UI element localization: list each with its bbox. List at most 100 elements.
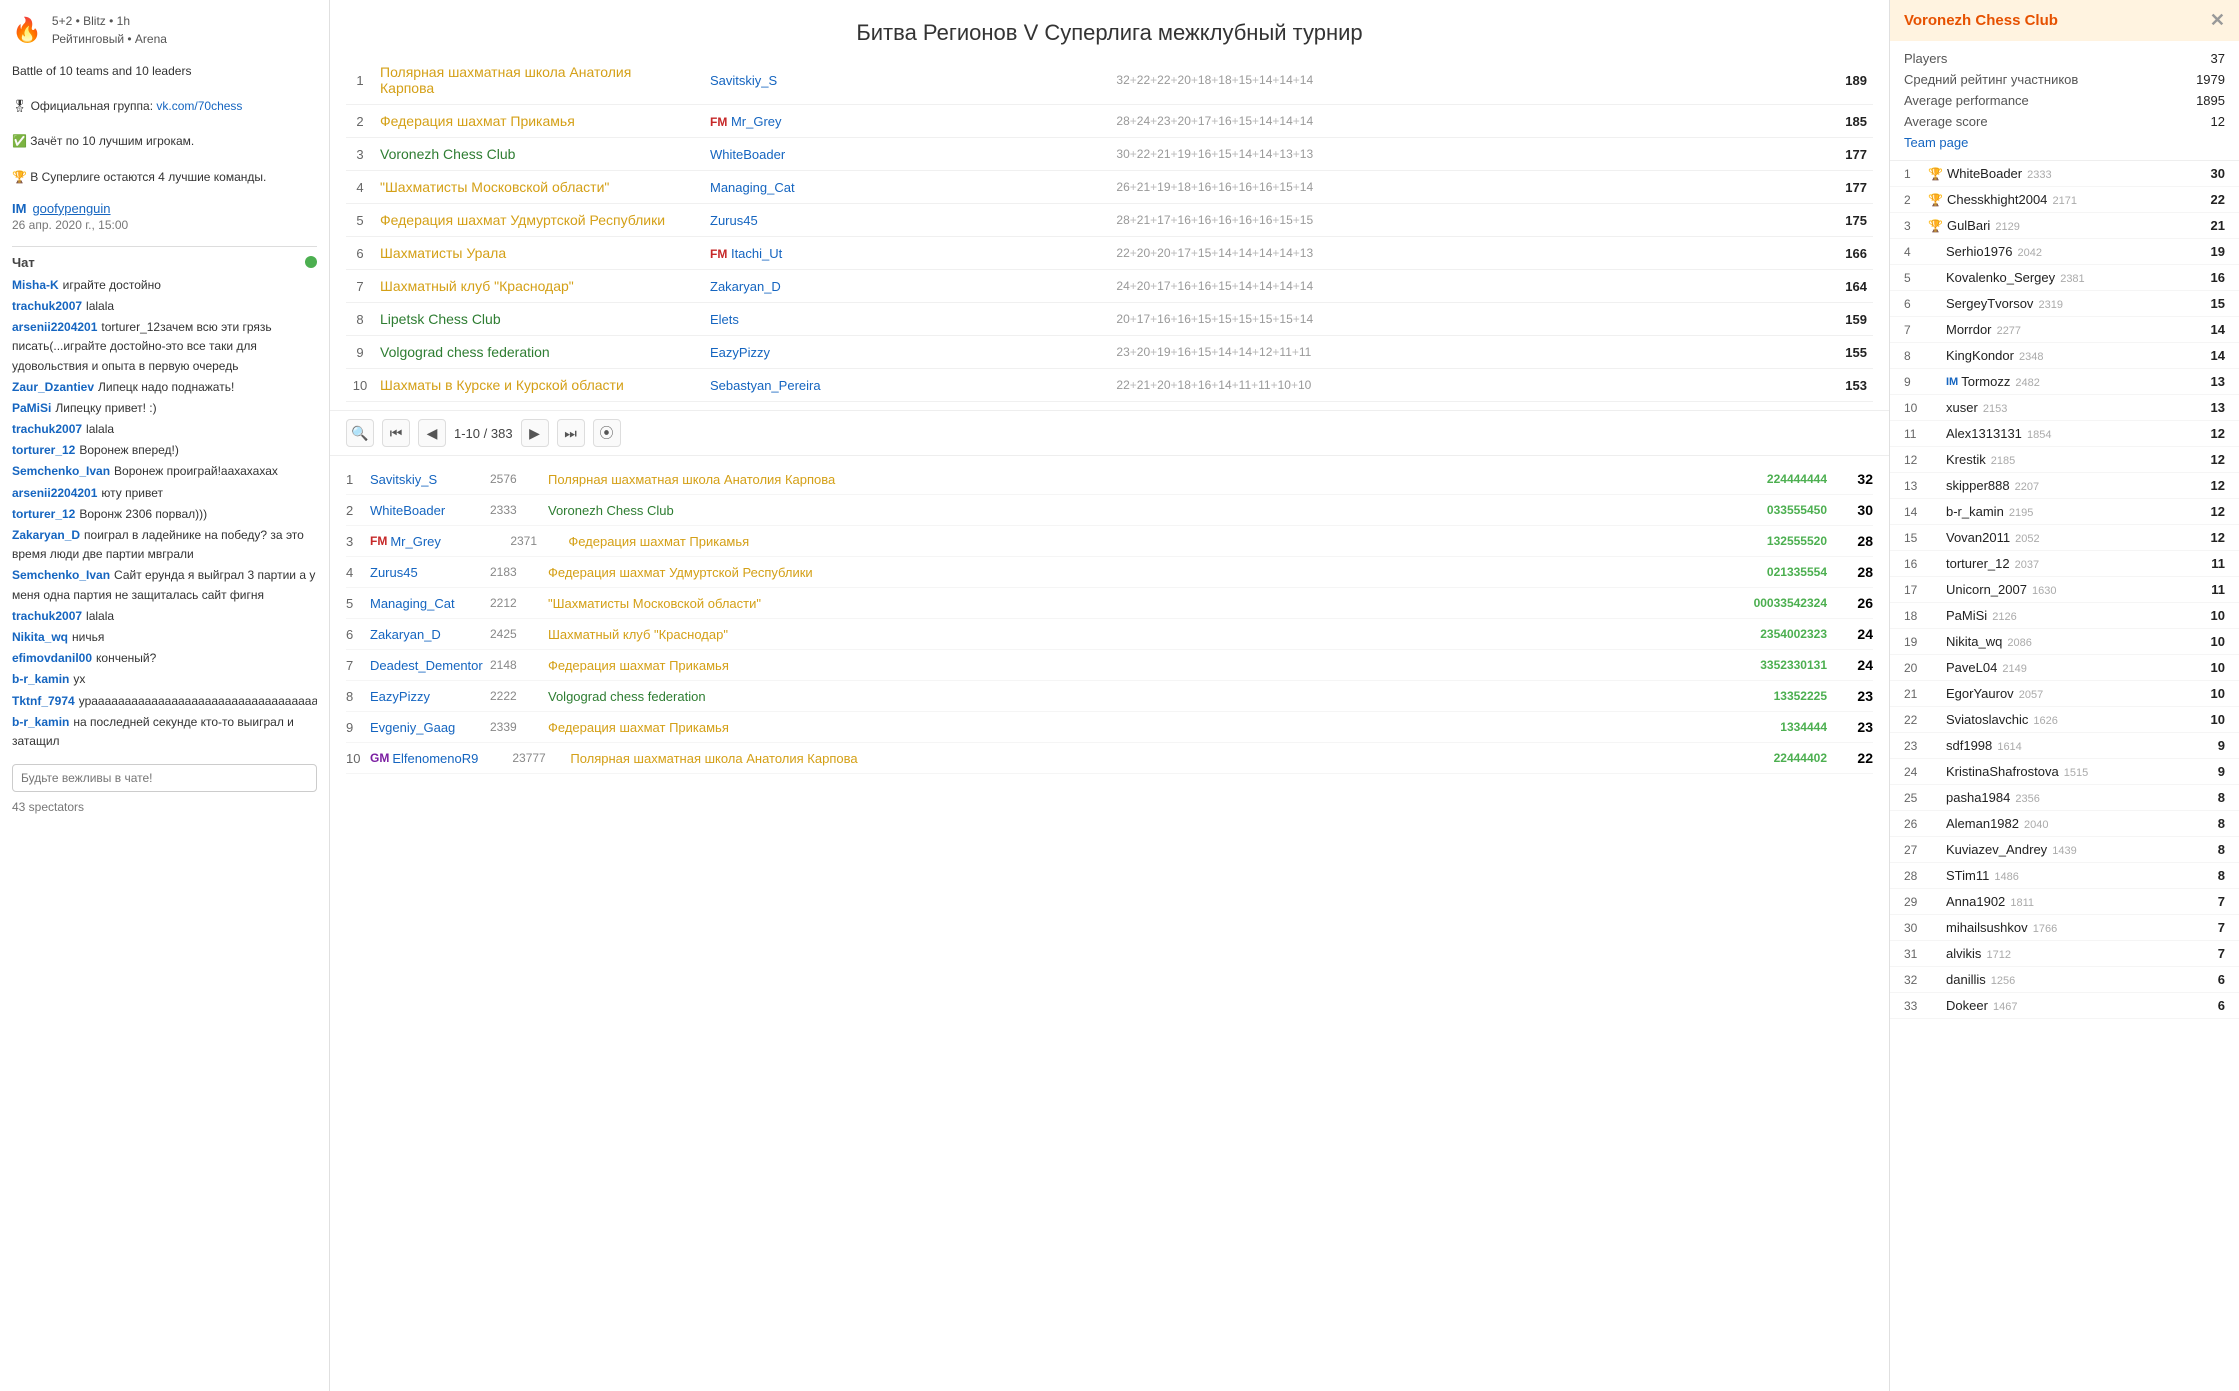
- rank-player-name[interactable]: sdf1998 1614: [1946, 738, 2218, 753]
- rank-number: 29: [1904, 895, 1928, 909]
- rank-points: 9: [2218, 764, 2225, 779]
- rank-player-name[interactable]: KingKondor 2348: [1946, 348, 2211, 363]
- player-team[interactable]: Федерация шахмат Прикамья: [548, 720, 1647, 735]
- player-name[interactable]: ElfenomenoR9: [392, 751, 512, 766]
- rank-player-rating: 1439: [2049, 845, 2077, 857]
- player-name[interactable]: Zakaryan_D: [370, 627, 490, 642]
- rank-player-name[interactable]: Krestik 2185: [1946, 452, 2211, 467]
- rank-points: 8: [2218, 790, 2225, 805]
- more-options-button[interactable]: ⦿: [593, 419, 621, 447]
- team-name-link[interactable]: Федерация шахмат Прикамья: [380, 113, 575, 129]
- chat-message: Zakaryan_Dпоиграл в ладейнике на победу?…: [12, 526, 317, 564]
- rank-player-name[interactable]: STim11 1486: [1946, 868, 2218, 883]
- player-name[interactable]: Managing_Cat: [370, 596, 490, 611]
- team-scores: 30+22+21+19+16+15+14+14+13+13: [1106, 138, 1768, 171]
- rank-player-rating: 1811: [2007, 897, 2034, 909]
- player-team[interactable]: Шахматный клуб "Краснодар": [548, 627, 1647, 642]
- rank-player-name[interactable]: GulBari 2129: [1947, 218, 2211, 233]
- rank-player-name[interactable]: alvikis 1712: [1946, 946, 2218, 961]
- rank-player-name[interactable]: Dokeer 1467: [1946, 998, 2218, 1013]
- team-name-link[interactable]: Lipetsk Chess Club: [380, 311, 501, 327]
- rank-player-name[interactable]: Chesskhight2004 2171: [1947, 192, 2211, 207]
- rank-row: 21 EgorYaurov 2057 10: [1890, 681, 2239, 707]
- player-team[interactable]: Полярная шахматная школа Анатолия Карпов…: [548, 472, 1647, 487]
- rank-points: 10: [2211, 608, 2225, 623]
- first-page-button[interactable]: ⏮: [382, 419, 410, 447]
- player-team[interactable]: Полярная шахматная школа Анатолия Карпов…: [570, 751, 1647, 766]
- team-name-link[interactable]: "Шахматисты Московской области": [380, 179, 609, 195]
- team-name-link[interactable]: Полярная шахматная школа Анатолия Карпов…: [380, 64, 631, 96]
- rank-number: 6: [1904, 297, 1928, 311]
- rank-player-name[interactable]: Tormozz 2482: [1961, 374, 2210, 389]
- team-total: 177: [1768, 171, 1873, 204]
- player-name[interactable]: WhiteBoader: [370, 503, 490, 518]
- chat-username: trachuk2007: [12, 609, 82, 623]
- player-name[interactable]: Deadest_Dementor: [370, 658, 490, 673]
- team-page-link[interactable]: Team page: [1904, 135, 2225, 150]
- rank-player-name[interactable]: Morrdor 2277: [1946, 322, 2211, 337]
- player-team[interactable]: Федерация шахмат Прикамья: [568, 534, 1647, 549]
- rank-player-name[interactable]: Serhio1976 2042: [1946, 244, 2211, 259]
- team-row: 8 Lipetsk Chess Club Elets 20+17+16+16+1…: [346, 303, 1873, 336]
- rank-player-name[interactable]: mihailsushkov 1766: [1946, 920, 2218, 935]
- chat-input[interactable]: [12, 764, 317, 792]
- player-team[interactable]: "Шахматисты Московской области": [548, 596, 1647, 611]
- player-team[interactable]: Voronezh Chess Club: [548, 503, 1647, 518]
- rank-player-name[interactable]: pasha1984 2356: [1946, 790, 2218, 805]
- rank-number: 33: [1904, 999, 1928, 1013]
- team-name-link[interactable]: Шахматисты Урала: [380, 245, 506, 261]
- team-rank: 1: [346, 56, 374, 105]
- player-name[interactable]: Evgeniy_Gaag: [370, 720, 490, 735]
- rank-player-name[interactable]: PaMiSi 2126: [1946, 608, 2211, 623]
- team-name-link[interactable]: Voronezh Chess Club: [380, 146, 515, 162]
- rank-player-name[interactable]: danillis 1256: [1946, 972, 2218, 987]
- team-name-link[interactable]: Volgograd chess federation: [380, 344, 550, 360]
- player-team[interactable]: Федерация шахмат Прикамья: [548, 658, 1647, 673]
- rank-player-name[interactable]: Vovan2011 2052: [1946, 530, 2211, 545]
- rank-player-name[interactable]: Sviatoslavchic 1626: [1946, 712, 2211, 727]
- avg-rating-label: Средний рейтинг участников: [1904, 72, 2078, 87]
- close-button[interactable]: ✕: [2210, 10, 2225, 31]
- rank-player-name[interactable]: Aleman1982 2040: [1946, 816, 2218, 831]
- player-team[interactable]: Федерация шахмат Удмуртской Республики: [548, 565, 1647, 580]
- player-name[interactable]: EazyPizzy: [370, 689, 490, 704]
- rank-player-name[interactable]: WhiteBoader 2333: [1947, 166, 2211, 181]
- rank-player-name[interactable]: xuser 2153: [1946, 400, 2211, 415]
- player-team[interactable]: Volgograd chess federation: [548, 689, 1647, 704]
- username-link[interactable]: goofypenguin: [32, 201, 110, 216]
- next-page-button[interactable]: ▶: [521, 419, 549, 447]
- team-name-link[interactable]: Федерация шахмат Удмуртской Республики: [380, 212, 665, 228]
- player-name[interactable]: Mr_Grey: [390, 534, 510, 549]
- player-scores: 13352225: [1647, 689, 1827, 703]
- rank-player-name[interactable]: Nikita_wq 2086: [1946, 634, 2211, 649]
- team-name-link[interactable]: Шахматы в Курске и Курской области: [380, 377, 624, 393]
- player-name[interactable]: Zurus45: [370, 565, 490, 580]
- player-scores: 1334444: [1647, 720, 1827, 734]
- rank-player-name[interactable]: Kuviazev_Andrey 1439: [1946, 842, 2218, 857]
- rank-player-name[interactable]: KristinaShafrostova 1515: [1946, 764, 2218, 779]
- rank-player-name[interactable]: b-r_kamin 2195: [1946, 504, 2211, 519]
- rank-player-name[interactable]: torturer_12 2037: [1946, 556, 2211, 571]
- rank-row: 25 pasha1984 2356 8: [1890, 785, 2239, 811]
- chat-online-indicator: [305, 256, 317, 268]
- team-scores: 20+17+16+16+15+15+15+15+15+14: [1106, 303, 1768, 336]
- rank-player-name[interactable]: skipper888 2207: [1946, 478, 2211, 493]
- team-scores: 28+24+23+20+17+16+15+14+14+14: [1106, 105, 1768, 138]
- team-total: 177: [1768, 138, 1873, 171]
- rank-player-name[interactable]: Alex1313131 1854: [1946, 426, 2211, 441]
- rank-number: 7: [1904, 323, 1928, 337]
- group-link[interactable]: vk.com/70chess: [156, 99, 242, 113]
- rank-player-name[interactable]: Kovalenko_Sergey 2381: [1946, 270, 2211, 285]
- rank-player-name[interactable]: EgorYaurov 2057: [1946, 686, 2211, 701]
- rank-player-name[interactable]: PaveL04 2149: [1946, 660, 2211, 675]
- search-button[interactable]: 🔍: [346, 419, 374, 447]
- rank-player-name[interactable]: Unicorn_2007 1630: [1946, 582, 2211, 597]
- last-page-button[interactable]: ⏭: [557, 419, 585, 447]
- team-name-link[interactable]: Шахматный клуб "Краснодар": [380, 278, 574, 294]
- rank-player-name[interactable]: SergeyTvorsov 2319: [1946, 296, 2211, 311]
- prev-page-button[interactable]: ◀: [418, 419, 446, 447]
- player-rating: 2576: [490, 472, 540, 486]
- rank-player-rating: 2207: [2012, 481, 2040, 493]
- rank-player-name[interactable]: Anna1902 1811: [1946, 894, 2218, 909]
- player-name[interactable]: Savitskiy_S: [370, 472, 490, 487]
